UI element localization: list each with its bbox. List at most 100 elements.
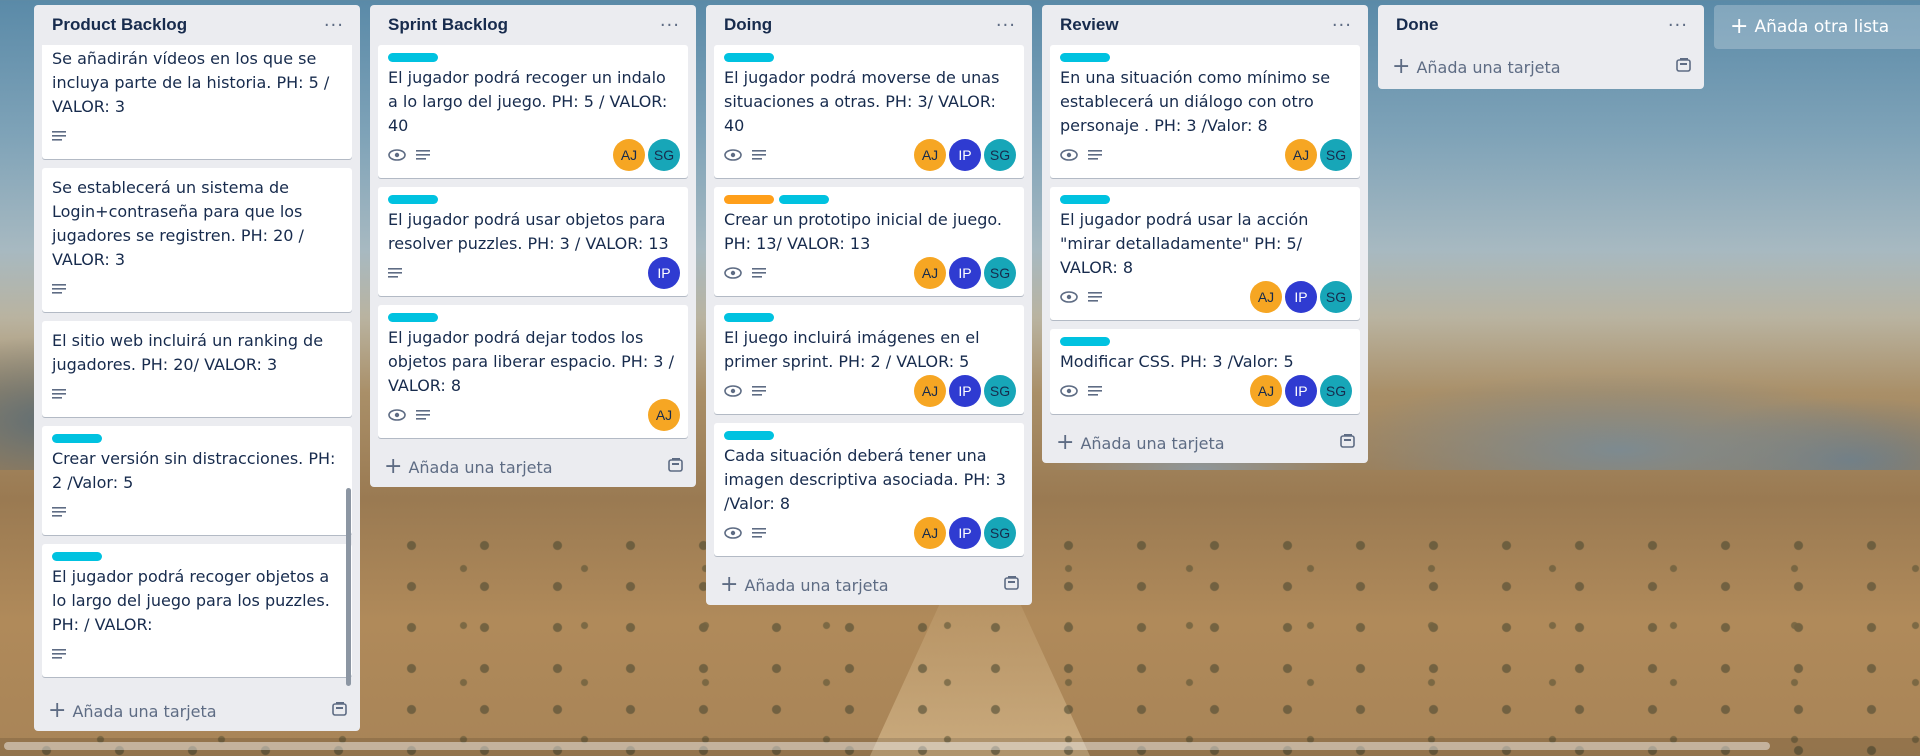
- list-menu-button[interactable]: ···: [656, 15, 684, 36]
- card[interactable]: Modificar CSS. PH: 3 /Valor: 5 AJ IP SG: [1050, 329, 1360, 414]
- plus-icon: +: [1392, 54, 1411, 79]
- list-menu-button[interactable]: ···: [320, 15, 348, 36]
- card-title: Crear versión sin distracciones. PH: 2 /…: [52, 449, 336, 492]
- list-menu-button[interactable]: ···: [1328, 15, 1356, 36]
- card[interactable]: Crear un prototipo inicial de juego. PH:…: [714, 187, 1024, 296]
- card-template-icon[interactable]: [1676, 57, 1692, 77]
- card[interactable]: Se establecerá un sistema de Login+contr…: [42, 168, 352, 312]
- list-scrollbar[interactable]: [346, 488, 351, 686]
- avatar[interactable]: AJ: [1250, 375, 1282, 407]
- label-cyan[interactable]: [724, 431, 774, 440]
- card-labels: [388, 195, 678, 204]
- add-card-label: Añada una tarjeta: [72, 701, 217, 721]
- card-template-icon[interactable]: [1340, 433, 1356, 453]
- avatar[interactable]: AJ: [914, 139, 946, 171]
- card[interactable]: El jugador podrá usar la acción "mirar d…: [1050, 187, 1360, 320]
- eye-icon: [724, 149, 742, 161]
- card-members: AJ IP SG: [914, 257, 1016, 289]
- card-labels: [1060, 337, 1350, 346]
- list-title[interactable]: Done: [1396, 15, 1439, 35]
- card-title: Se establecerá un sistema de Login+contr…: [52, 178, 304, 269]
- board-horizontal-scrollbar[interactable]: [4, 742, 1770, 750]
- card-list: El jugador podrá recoger un indalo a lo …: [370, 45, 696, 438]
- plus-icon: +: [720, 572, 739, 597]
- plus-icon: +: [1730, 14, 1749, 39]
- card-template-icon[interactable]: [668, 457, 684, 477]
- card-labels: [52, 552, 342, 561]
- avatar[interactable]: AJ: [1250, 281, 1282, 313]
- card[interactable]: El juego incluirá imágenes en el primer …: [714, 305, 1024, 414]
- plus-icon: +: [384, 454, 403, 479]
- list-title[interactable]: Doing: [724, 15, 772, 35]
- add-list-button[interactable]: + Añada otra lista: [1714, 5, 1920, 49]
- avatar[interactable]: SG: [1320, 375, 1352, 407]
- label-orange[interactable]: [724, 195, 774, 204]
- label-cyan[interactable]: [1060, 195, 1110, 204]
- list-menu-button[interactable]: ···: [1664, 15, 1692, 36]
- avatar[interactable]: AJ: [1285, 139, 1317, 171]
- description-icon: [1088, 291, 1104, 303]
- list-menu-button[interactable]: ···: [992, 15, 1020, 36]
- card[interactable]: El jugador podrá usar objetos para resol…: [378, 187, 688, 296]
- label-cyan[interactable]: [388, 53, 438, 62]
- card-members: AJ IP SG: [914, 375, 1016, 407]
- plus-icon: +: [1056, 430, 1075, 455]
- avatar[interactable]: IP: [949, 139, 981, 171]
- avatar[interactable]: IP: [949, 375, 981, 407]
- add-card-label: Añada una tarjeta: [744, 575, 889, 595]
- card-members: AJ: [648, 399, 680, 431]
- list-header: Product Backlog ···: [34, 5, 360, 45]
- avatar[interactable]: SG: [1320, 139, 1352, 171]
- avatar[interactable]: SG: [648, 139, 680, 171]
- avatar[interactable]: SG: [984, 139, 1016, 171]
- label-cyan[interactable]: [724, 313, 774, 322]
- label-cyan[interactable]: [52, 552, 102, 561]
- add-card-button[interactable]: + Añada una tarjeta: [370, 447, 696, 487]
- card-title: Crear un prototipo inicial de juego. PH:…: [724, 210, 1002, 253]
- add-card-button[interactable]: + Añada una tarjeta: [1042, 423, 1368, 463]
- add-card-button[interactable]: + Añada una tarjeta: [1378, 45, 1704, 89]
- card[interactable]: Cada situación deberá tener una imagen d…: [714, 423, 1024, 556]
- avatar[interactable]: SG: [984, 257, 1016, 289]
- label-cyan[interactable]: [724, 53, 774, 62]
- avatar[interactable]: IP: [949, 517, 981, 549]
- card-members: AJ IP SG: [914, 517, 1016, 549]
- avatar[interactable]: AJ: [648, 399, 680, 431]
- card[interactable]: El jugador podrá moverse de unas situaci…: [714, 45, 1024, 178]
- list-title[interactable]: Product Backlog: [52, 15, 187, 35]
- avatar[interactable]: SG: [1320, 281, 1352, 313]
- avatar[interactable]: IP: [648, 257, 680, 289]
- card[interactable]: En una situación como mínimo se establec…: [1050, 45, 1360, 178]
- description-icon: [52, 130, 68, 142]
- avatar[interactable]: AJ: [613, 139, 645, 171]
- card[interactable]: El jugador podrá recoger un indalo a lo …: [378, 45, 688, 178]
- card[interactable]: El jugador podrá dejar todos los objetos…: [378, 305, 688, 438]
- avatar[interactable]: AJ: [914, 375, 946, 407]
- card[interactable]: Se añadirán vídeos en los que se incluya…: [42, 45, 352, 159]
- avatar[interactable]: AJ: [914, 257, 946, 289]
- avatar[interactable]: IP: [949, 257, 981, 289]
- card-template-icon[interactable]: [332, 701, 348, 721]
- list-title[interactable]: Review: [1060, 15, 1119, 35]
- label-cyan[interactable]: [388, 313, 438, 322]
- list-header: Doing ···: [706, 5, 1032, 45]
- label-cyan[interactable]: [779, 195, 829, 204]
- card[interactable]: El jugador podrá recoger objetos a lo la…: [42, 544, 352, 677]
- label-cyan[interactable]: [52, 434, 102, 443]
- card[interactable]: El sitio web incluirá un ranking de juga…: [42, 321, 352, 417]
- add-card-button[interactable]: + Añada una tarjeta: [706, 565, 1032, 605]
- label-cyan[interactable]: [1060, 337, 1110, 346]
- list-title[interactable]: Sprint Backlog: [388, 15, 508, 35]
- avatar[interactable]: IP: [1285, 281, 1317, 313]
- label-cyan[interactable]: [388, 195, 438, 204]
- card-template-icon[interactable]: [1004, 575, 1020, 595]
- avatar[interactable]: SG: [984, 517, 1016, 549]
- card[interactable]: Crear versión sin distracciones. PH: 2 /…: [42, 426, 352, 535]
- card-labels: [724, 431, 1014, 440]
- avatar[interactable]: AJ: [914, 517, 946, 549]
- avatar[interactable]: IP: [1285, 375, 1317, 407]
- add-card-button[interactable]: + Añada una tarjeta: [34, 691, 360, 731]
- avatar[interactable]: SG: [984, 375, 1016, 407]
- label-cyan[interactable]: [1060, 53, 1110, 62]
- eye-icon: [724, 527, 742, 539]
